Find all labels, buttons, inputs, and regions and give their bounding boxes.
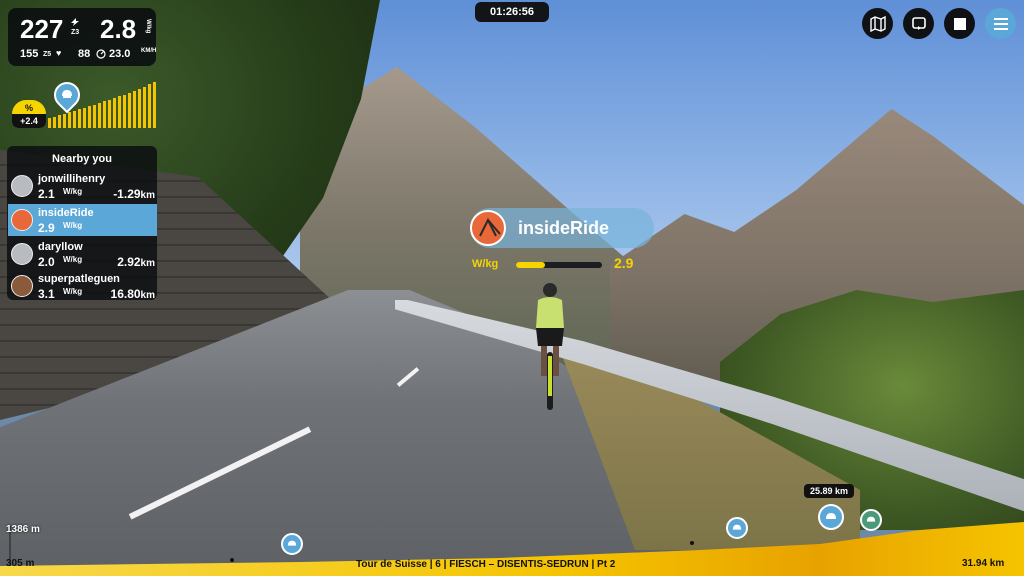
heart-icon: ♥ <box>56 48 62 58</box>
elevation-mini-profile: % +2.4 <box>12 76 158 130</box>
cadence-icon <box>96 49 106 59</box>
wkg-bar <box>516 262 602 268</box>
menu-button[interactable] <box>985 8 1016 39</box>
rider-wkg: 2.1 <box>38 187 55 201</box>
wkg-bar-label: W/kg <box>472 258 499 270</box>
nearby-rider-row-self[interactable]: insideRide 2.9 W/kg <box>8 204 157 236</box>
speed-value: 23.0 <box>109 48 131 60</box>
helmet-icon <box>62 90 72 98</box>
nearby-rider-row[interactable]: superpatleguen 3.1 W/kg 16.80km <box>8 270 157 302</box>
rider-name: daryllow <box>38 241 83 253</box>
map-button[interactable] <box>862 8 893 39</box>
rider-wkg-unit: W/kg <box>63 287 83 296</box>
max-elevation: 1386 m <box>6 524 40 535</box>
rider-wkg-unit: W/kg <box>63 255 83 264</box>
rider-wkg: 2.9 <box>38 221 55 235</box>
rider-name: superpatleguen <box>38 273 120 285</box>
cyclist <box>536 283 564 410</box>
lightning-icon <box>71 18 79 26</box>
power-value: 227 <box>20 14 64 44</box>
rider-distance: 2.92km <box>117 255 155 269</box>
power-zone: Z3 <box>71 29 80 36</box>
rider-wkg: 3.1 <box>38 287 55 301</box>
route-title: Tour de Suisse | 6 | FIESCH – DISENTIS-S… <box>356 559 616 570</box>
ride-timer: 01:26:56 <box>475 2 549 22</box>
rider-distance: 16.80km <box>110 287 155 301</box>
wkg-value: 2.8 <box>100 14 137 44</box>
nearby-rider-row[interactable]: jonwillihenry 2.1 W/kg -1.29km <box>8 170 157 202</box>
grade-symbol: % <box>24 103 33 113</box>
rider-name: jonwillihenry <box>38 173 106 185</box>
wkg-bar-fill <box>516 262 546 268</box>
rider-wkg-unit: W/kg <box>63 221 83 230</box>
map-icon <box>869 15 886 32</box>
menu-icon <box>993 17 1008 30</box>
nearby-rider-row[interactable]: daryllow 2.0 W/kg 2.92km <box>8 238 157 270</box>
stop-button[interactable] <box>944 8 975 39</box>
rider-wkg: 2.0 <box>38 255 55 269</box>
avatar <box>11 275 33 297</box>
grade-badge: % +2.4 <box>12 100 46 128</box>
total-distance: 31.94 km <box>962 558 1005 569</box>
rider-name: insideRide <box>38 207 94 219</box>
cadence-value: 88 <box>78 48 91 60</box>
heart-rate-value: 155 <box>20 48 39 60</box>
nearby-panel: Nearby you jonwillihenry 2.1 W/kg -1.29k… <box>7 146 157 302</box>
min-elevation: 305 m <box>6 558 35 569</box>
wkg-bar-value: 2.9 <box>614 255 634 271</box>
rider-wkg-unit: W/kg <box>63 187 83 196</box>
rider-name-tag: insideRide <box>470 208 654 248</box>
nearby-title: Nearby you <box>52 153 112 165</box>
rider-distance: -1.29km <box>113 187 155 201</box>
stop-icon <box>953 17 966 30</box>
rider-avatar <box>470 210 506 246</box>
stats-panel: 227 Z3 2.8 W/kg 155 Z5 ♥ 88 23.0 KM/H <box>8 8 156 66</box>
wkg-unit: W/kg <box>145 19 151 34</box>
repeat-icon <box>911 16 926 30</box>
avatar <box>11 175 33 197</box>
avatar <box>11 209 33 231</box>
grade-value: +2.4 <box>12 114 46 128</box>
marker-distance-badge: 25.89 km <box>804 484 854 498</box>
avatar <box>11 243 33 265</box>
hr-zone: Z5 <box>43 51 52 58</box>
speed-unit: KM/H <box>141 48 157 54</box>
repeat-button[interactable] <box>903 8 934 39</box>
rider-tag-name: insideRide <box>518 218 610 238</box>
rider-logo-icon <box>479 217 501 237</box>
